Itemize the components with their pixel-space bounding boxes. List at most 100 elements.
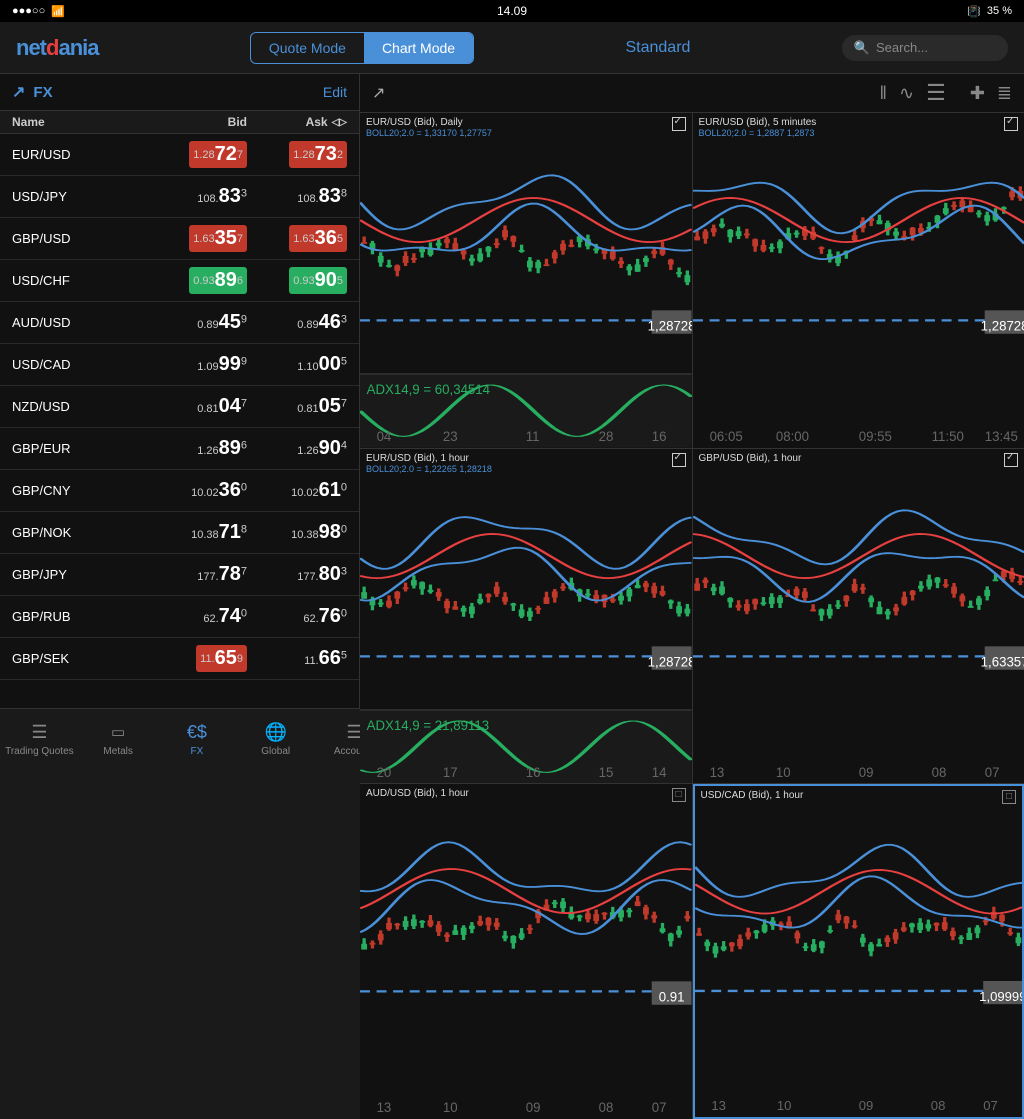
chart-title: EUR/USD (Bid), 1 hour bbox=[366, 453, 469, 464]
tab-item-trading-quotes[interactable]: ☰ Trading Quotes bbox=[0, 716, 79, 761]
chart-svg: 1,63357 13 10 09 08 07 bbox=[693, 449, 1024, 784]
grid-icon[interactable]: ≣ bbox=[997, 83, 1012, 104]
pair-name: GBP/EUR bbox=[12, 441, 147, 456]
metals-label: Metals bbox=[103, 746, 132, 757]
mode-toggle: Quote Mode Chart Mode bbox=[250, 32, 474, 64]
global-label: Global bbox=[261, 746, 290, 757]
ask-cell: 11.665 bbox=[247, 647, 347, 670]
svg-text:10: 10 bbox=[776, 1098, 791, 1113]
trading-quotes-icon: ☰ bbox=[31, 722, 47, 743]
search-icon: 🔍 bbox=[854, 40, 870, 56]
ask-cell: 10.02610 bbox=[247, 479, 347, 502]
tab-item-fx[interactable]: €$ FX bbox=[158, 716, 237, 761]
fx-pairs-list: EUR/USD 1.28727 1.28732 USD/JPY 108.833 … bbox=[0, 134, 359, 708]
fx-pair-row[interactable]: GBP/JPY 177.787 177.803 bbox=[0, 554, 359, 596]
bid-cell: 10.38718 bbox=[147, 521, 247, 544]
bid-cell: 11.659 bbox=[147, 645, 247, 672]
chart-mode-button[interactable]: Chart Mode bbox=[364, 33, 473, 63]
fx-pair-row[interactable]: GBP/SEK 11.659 11.665 bbox=[0, 638, 359, 680]
pair-name: GBP/SEK bbox=[12, 651, 147, 666]
pair-name: GBP/RUB bbox=[12, 609, 147, 624]
fx-pair-row[interactable]: AUD/USD 0.89459 0.89463 bbox=[0, 302, 359, 344]
bar-chart-icon[interactable]: ☰ bbox=[926, 80, 946, 106]
fx-icon-wrapper: €$ bbox=[187, 720, 207, 744]
svg-text:09:55: 09:55 bbox=[858, 429, 891, 444]
ask-cell: 0.81057 bbox=[247, 395, 347, 418]
chart-cell-c5[interactable]: AUD/USD (Bid), 1 hour □ 0.91 13 10 bbox=[360, 784, 692, 1119]
bid-badge: 1.28727 bbox=[189, 141, 247, 168]
pair-name: GBP/NOK bbox=[12, 525, 147, 540]
ask-cell: 1.63365 bbox=[247, 225, 347, 252]
ask-badge: 1.63365 bbox=[289, 225, 347, 252]
chart-title-area: EUR/USD (Bid), Daily BOLL20;2.0 = 1,3317… bbox=[366, 117, 686, 139]
chart-svg: 1,28728 ADX14,9 = 60,34514 04 23 11 28 1… bbox=[360, 113, 692, 448]
svg-text:10: 10 bbox=[775, 764, 790, 779]
fx-pair-row[interactable]: USD/CAD 1.09999 1.10005 bbox=[0, 344, 359, 386]
search-input[interactable] bbox=[876, 40, 996, 55]
bid-value: 10.38718 bbox=[191, 526, 247, 541]
ask-value: 62.760 bbox=[303, 610, 347, 625]
svg-text:13: 13 bbox=[377, 1100, 392, 1115]
svg-text:1,28728: 1,28728 bbox=[980, 318, 1024, 333]
candlestick-icon[interactable]: ‖ bbox=[880, 83, 887, 104]
fx-pair-row[interactable]: GBP/RUB 62.740 62.760 bbox=[0, 596, 359, 638]
boll-label: BOLL20;2.0 = 1,22265 1,28218 bbox=[366, 464, 492, 474]
trading-quotes-label: Trading Quotes bbox=[5, 746, 74, 757]
svg-text:20: 20 bbox=[377, 764, 392, 779]
svg-text:1,28728: 1,28728 bbox=[648, 654, 692, 669]
pair-name: GBP/JPY bbox=[12, 567, 147, 582]
pair-name: NZD/USD bbox=[12, 399, 147, 414]
fx-pair-row[interactable]: EUR/USD 1.28727 1.28732 bbox=[0, 134, 359, 176]
svg-text:ADX14,9 = 21,89113: ADX14,9 = 21,89113 bbox=[367, 717, 489, 732]
svg-text:17: 17 bbox=[443, 764, 458, 779]
chart-title: AUD/USD (Bid), 1 hour bbox=[366, 788, 469, 799]
ask-value: 1.10005 bbox=[297, 358, 347, 373]
fx-pair-row[interactable]: GBP/EUR 1.26896 1.26904 bbox=[0, 428, 359, 470]
pair-name: AUD/USD bbox=[12, 315, 147, 330]
bid-value: 62.740 bbox=[203, 610, 247, 625]
ask-cell: 1.10005 bbox=[247, 353, 347, 376]
fx-header: ↗ FX Edit bbox=[0, 74, 359, 111]
svg-text:04: 04 bbox=[377, 429, 392, 444]
bid-cell: 10.02360 bbox=[147, 479, 247, 502]
chart-cell-c2[interactable]: EUR/USD (Bid), 5 minutes BOLL20;2.0 = 1,… bbox=[693, 113, 1024, 448]
pin-icon[interactable]: ✚ bbox=[970, 83, 985, 104]
chart-toolbar: ↗ ‖ ∿ ☰ ✚ ≣ bbox=[360, 74, 1024, 113]
tab-item-global[interactable]: 🌐 Global bbox=[236, 716, 315, 761]
svg-text:08: 08 bbox=[931, 764, 946, 779]
fx-pair-row[interactable]: NZD/USD 0.81047 0.81057 bbox=[0, 386, 359, 428]
chart-cell-c4[interactable]: GBP/USD (Bid), 1 hour 1,63357 13 10 bbox=[693, 449, 1024, 784]
sort-icon: ◁▷ bbox=[332, 117, 347, 128]
chart-cell-c3[interactable]: EUR/USD (Bid), 1 hour BOLL20;2.0 = 1,222… bbox=[360, 449, 692, 784]
fx-pair-row[interactable]: USD/JPY 108.833 108.838 bbox=[0, 176, 359, 218]
fx-icon: €$ bbox=[187, 722, 207, 743]
chart-cell-c6[interactable]: USD/CAD (Bid), 1 hour □ 1,09999 13 10 bbox=[693, 784, 1024, 1119]
fullscreen-icon[interactable]: ↗ bbox=[372, 83, 385, 103]
bid-cell: 1.28727 bbox=[147, 141, 247, 168]
svg-text:23: 23 bbox=[443, 429, 458, 444]
bid-value: 0.89459 bbox=[197, 316, 247, 331]
expand-arrow-icon: ↗ bbox=[12, 82, 25, 102]
quote-mode-button[interactable]: Quote Mode bbox=[251, 33, 364, 63]
line-chart-icon[interactable]: ∿ bbox=[899, 83, 914, 104]
ask-cell: 0.89463 bbox=[247, 311, 347, 334]
bid-value: 1.26896 bbox=[197, 442, 247, 457]
fx-pair-row[interactable]: GBP/CNY 10.02360 10.02610 bbox=[0, 470, 359, 512]
tab-item-metals[interactable]: ▭ Metals bbox=[79, 716, 158, 761]
bid-badge: 1.63357 bbox=[189, 225, 247, 252]
fx-pair-row[interactable]: USD/CHF 0.93896 0.93905 bbox=[0, 260, 359, 302]
wifi-icon: 📶 bbox=[51, 5, 65, 18]
battery-display: 35 % bbox=[987, 5, 1012, 17]
ask-value: 10.02610 bbox=[291, 484, 347, 499]
ask-cell: 108.838 bbox=[247, 185, 347, 208]
edit-button[interactable]: Edit bbox=[323, 84, 347, 100]
fx-pair-row[interactable]: GBP/USD 1.63357 1.63365 bbox=[0, 218, 359, 260]
svg-text:09: 09 bbox=[526, 1100, 541, 1115]
svg-text:09: 09 bbox=[858, 764, 873, 779]
chart-cell-c1[interactable]: EUR/USD (Bid), Daily BOLL20;2.0 = 1,3317… bbox=[360, 113, 692, 448]
main-content: ↗ FX Edit Name Bid Ask ◁▷ EUR/USD 1.2872… bbox=[0, 74, 1024, 708]
bid-cell: 1.26896 bbox=[147, 437, 247, 460]
ask-badge: 1.28732 bbox=[289, 141, 347, 168]
fx-pair-row[interactable]: GBP/NOK 10.38718 10.38980 bbox=[0, 512, 359, 554]
bid-cell: 62.740 bbox=[147, 605, 247, 628]
